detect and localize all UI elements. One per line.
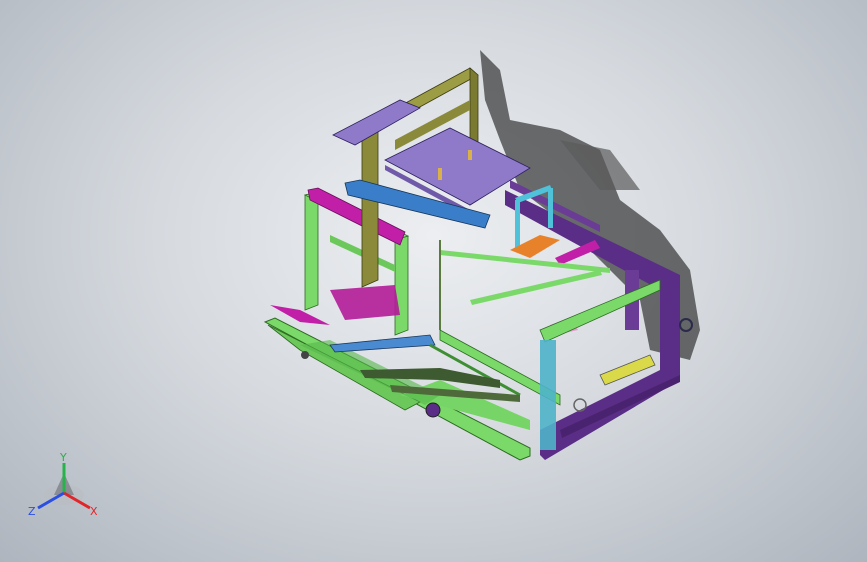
coordinate-triad: Y X Z [22,445,112,525]
z-axis-label: Z [28,505,36,518]
graphics-viewport[interactable]: Y X Z [0,0,867,562]
triad-graphic: Y X Z [28,451,98,518]
x-axis-label: X [90,505,98,518]
y-axis-label: Y [59,451,67,464]
cad-model[interactable] [0,0,867,562]
